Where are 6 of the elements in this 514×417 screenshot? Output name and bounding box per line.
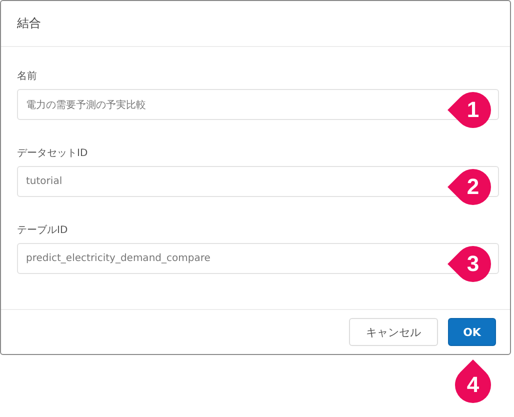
ok-button[interactable]: OK (448, 318, 496, 346)
field-label: テーブルID (17, 224, 69, 238)
cancel-button[interactable]: キャンセル (349, 318, 438, 346)
dialog-title: 結合 (17, 15, 41, 32)
field-label: データセットID (17, 147, 89, 161)
field-label: 名前 (17, 70, 38, 84)
